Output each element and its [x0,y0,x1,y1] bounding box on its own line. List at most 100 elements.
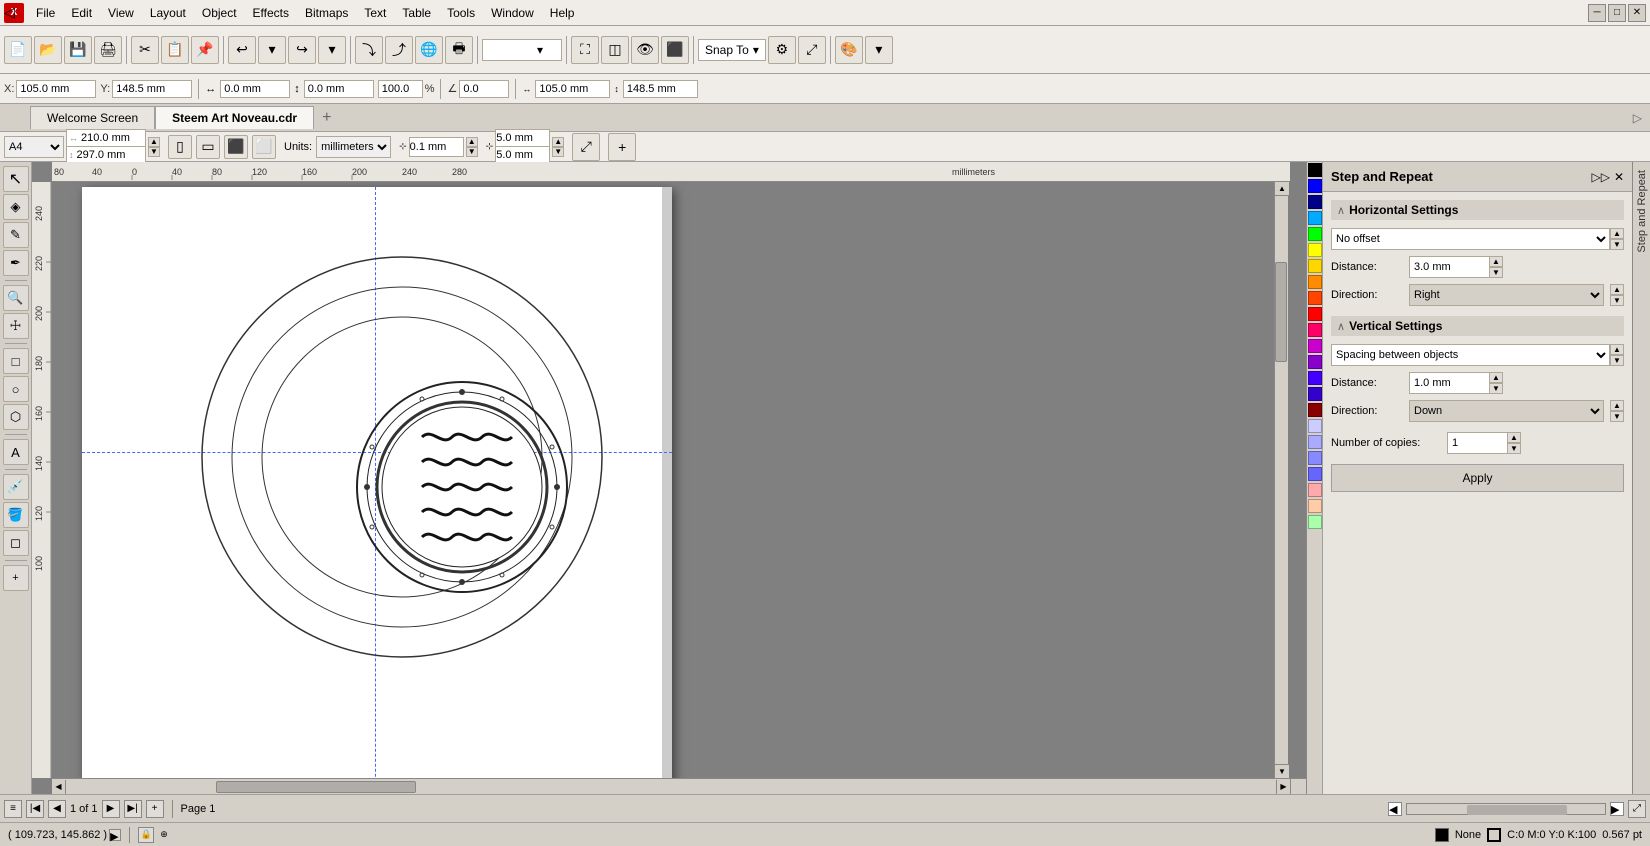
view-mode-button[interactable]: ◫ [601,36,629,64]
angle-input[interactable] [459,80,509,98]
scroll-h-left[interactable]: ◀ [52,780,66,794]
panel-collapse-button[interactable]: ▷▷ [1591,170,1609,184]
zoom-dropdown-icon[interactable]: ▾ [537,43,543,57]
all-pages-button[interactable]: ⬜ [252,135,276,159]
document-tab[interactable]: Steem Art Noveau.cdr [155,106,314,129]
outline-tool[interactable]: ◻ [3,530,29,556]
zoom-input[interactable]: 100% [487,43,537,57]
w-pct-input[interactable] [378,80,423,98]
redo-dropdown[interactable]: ▾ [318,36,346,64]
menu-object[interactable]: Object [194,4,245,22]
w2-input[interactable] [535,80,610,98]
v-distance-input[interactable] [1409,372,1489,394]
page-menu-button[interactable]: ≡ [4,800,22,818]
snap-settings-button[interactable]: ⚙ [768,36,796,64]
landscape-button[interactable]: ▭ [196,135,220,159]
h2-input[interactable] [623,80,698,98]
freehand-tool[interactable]: ✎ [3,222,29,248]
nudge-button[interactable]: ⤢ [798,36,826,64]
h-distance-up[interactable]: ▲ [1489,256,1503,267]
v-spacing-select[interactable]: Spacing between objects Offset by distan… [1331,344,1610,366]
color-mode-dropdown[interactable]: ▾ [865,36,893,64]
h-offset-select[interactable]: No offset Offset by distance Offset by % [1331,228,1610,250]
status-arrow-button[interactable]: ▶ [109,829,121,841]
minimize-button[interactable]: ─ [1588,4,1606,22]
zoom-control[interactable]: 100% ▾ [482,39,562,61]
menu-tools[interactable]: Tools [439,4,483,22]
undo-button[interactable]: ↩ [228,36,256,64]
scrollbar-vertical[interactable]: ▲ ▼ [1274,182,1288,778]
tabs-arrow-left[interactable]: ◁ [4,4,15,21]
publish-button[interactable]: 🌐 [415,36,443,64]
menu-help[interactable]: Help [542,4,583,22]
h-direction-select[interactable]: Right Left [1409,284,1604,306]
color-swatch-black[interactable] [1308,163,1322,177]
nudge1-up[interactable]: ▲ [466,137,478,147]
menu-text[interactable]: Text [356,4,394,22]
menu-edit[interactable]: Edit [63,4,100,22]
copies-up[interactable]: ▲ [1507,432,1521,443]
panel-close-button[interactable]: ✕ [1614,170,1624,184]
color-mode-button[interactable]: 🎨 [835,36,863,64]
v-spacing-down[interactable]: ▼ [1610,355,1624,366]
color-swatch-lavender[interactable] [1308,419,1322,433]
cut-button[interactable]: ✂ [131,36,159,64]
color-swatch-orange[interactable] [1308,275,1322,289]
side-tab-step-repeat[interactable]: Step and Repeat [1634,162,1650,261]
nudge1-down[interactable]: ▼ [466,147,478,157]
color-swatch-peach[interactable] [1308,499,1322,513]
color-swatch-darkblue[interactable] [1308,195,1322,209]
v-direction-up[interactable]: ▲ [1610,400,1624,411]
color-swatch-blue[interactable] [1308,179,1322,193]
print2-button[interactable]: 🖶 [445,36,473,64]
horizontal-section-toggle[interactable]: ∧ [1337,204,1345,217]
menu-bitmaps[interactable]: Bitmaps [297,4,356,22]
nudge2-down[interactable]: ▼ [552,147,564,157]
page-add-button[interactable]: + [146,800,164,818]
same-page-button[interactable]: ⬛ [224,135,248,159]
h-distance-down[interactable]: ▼ [1489,267,1503,278]
zoom-fit-button[interactable]: ⤢ [1628,800,1646,818]
export-button[interactable]: ⤴ [385,36,413,64]
h-scroll-right[interactable]: ▶ [1610,802,1624,816]
new-button[interactable]: 📄 [4,36,32,64]
color-swatch-green[interactable] [1308,227,1322,241]
v-direction-select[interactable]: Down Up [1409,400,1604,422]
welcome-tab[interactable]: Welcome Screen [30,106,155,129]
color-swatch-violet[interactable] [1308,355,1322,369]
fit-page-button[interactable]: ⤢ [572,133,600,161]
scrollbar-h-thumb[interactable] [216,781,416,793]
vertical-section-toggle[interactable]: ∧ [1337,320,1345,333]
h-scrollbar-thumb[interactable] [1467,805,1567,815]
dy-input[interactable] [304,80,374,98]
menu-effects[interactable]: Effects [245,4,297,22]
nudge2-input[interactable] [495,129,550,147]
page-prev-button[interactable]: ◀ [48,800,66,818]
tabs-arrow-right[interactable]: ▷ [1625,111,1650,125]
maximize-button[interactable]: □ [1608,4,1626,22]
print-button[interactable]: 🖨 [94,36,122,64]
color-swatch-pink[interactable] [1308,483,1322,497]
pan-tool[interactable]: ☩ [3,313,29,339]
save-button[interactable]: 💾 [64,36,92,64]
h-offset-down[interactable]: ▼ [1610,239,1624,250]
open-button[interactable]: 📂 [34,36,62,64]
color-swatch-cornflower[interactable] [1308,467,1322,481]
status-fill-color[interactable] [1435,828,1449,842]
portrait-button[interactable]: ▯ [168,135,192,159]
pen-tool[interactable]: ✒ [3,250,29,276]
color-swatch-periwinkle[interactable] [1308,435,1322,449]
redo-button[interactable]: ↪ [288,36,316,64]
close-button[interactable]: ✕ [1628,4,1646,22]
color-swatch-yellow[interactable] [1308,243,1322,257]
eyedropper-tool[interactable]: 💉 [3,474,29,500]
width-down-button[interactable]: ▼ [148,147,160,157]
h-scroll-left[interactable]: ◀ [1388,802,1402,816]
h-distance-input[interactable] [1409,256,1489,278]
color-swatch-purple[interactable] [1308,339,1322,353]
scroll-h-right[interactable]: ▶ [1276,780,1290,794]
copies-input[interactable] [1447,432,1507,454]
color-swatch-lilac[interactable] [1308,451,1322,465]
color-swatch-darkindigo[interactable] [1308,387,1322,401]
full-screen-button[interactable]: ⛶ [571,36,599,64]
